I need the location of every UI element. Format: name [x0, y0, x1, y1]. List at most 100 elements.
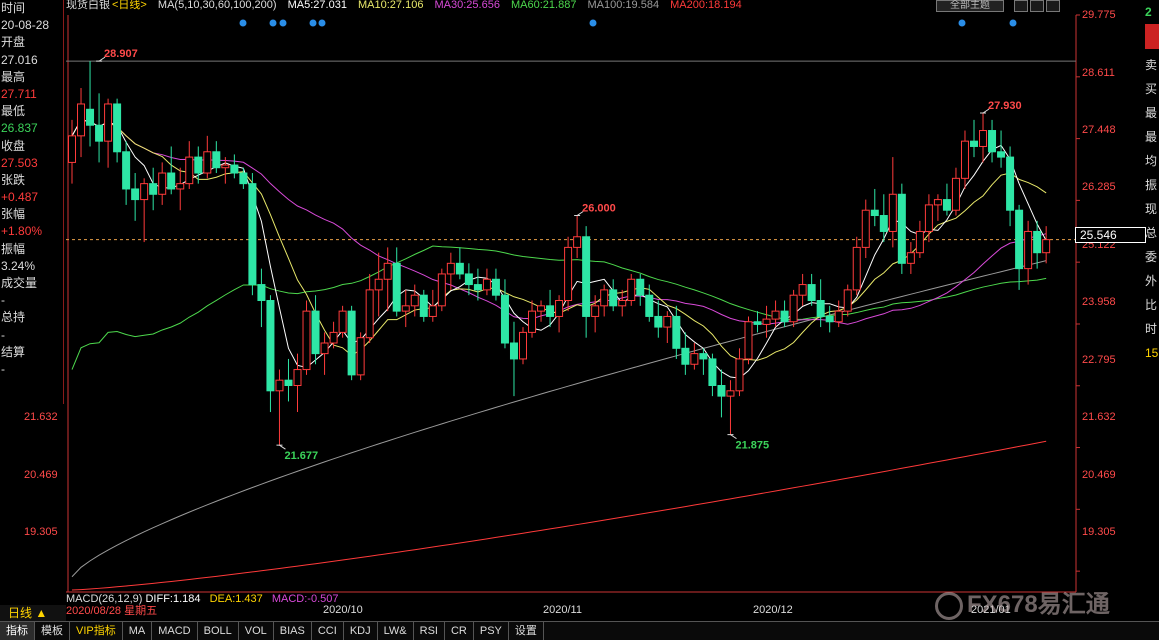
macd-dea: DEA:1.437 — [209, 593, 263, 605]
right-axis-tick: 26.285 — [1082, 181, 1116, 193]
settings-icon[interactable] — [1046, 0, 1060, 12]
candle-body — [753, 321, 762, 325]
candle-body — [311, 310, 320, 355]
tab-vip[interactable]: VIP指标 — [70, 622, 123, 640]
tab-boll[interactable]: BOLL — [198, 622, 239, 640]
event-dot — [318, 19, 326, 27]
candle-body — [915, 230, 924, 254]
candlestick-chart[interactable]: 28.907 21.677 26.000 21.875 27.930 — [0, 0, 1159, 640]
candle-body — [248, 183, 257, 286]
candle-body — [113, 103, 122, 153]
candle-body — [627, 278, 636, 302]
candle-body — [762, 318, 771, 325]
candle-body — [491, 278, 500, 296]
extreme-pointer — [730, 434, 737, 440]
side-item: 买 — [1145, 82, 1158, 96]
candle-body — [185, 156, 194, 185]
pct-label: 张幅 — [1, 207, 26, 222]
candle-body — [482, 278, 491, 291]
candle-body — [654, 315, 663, 328]
time-value: 20-08-28 — [1, 18, 50, 33]
candle-body — [446, 262, 455, 275]
side-item: 最 — [1145, 130, 1158, 144]
event-dot — [269, 19, 277, 27]
event-dot — [958, 19, 966, 27]
change-value: +0.487 — [1, 190, 39, 205]
candle-body — [645, 294, 654, 317]
tab-template[interactable]: 模板 — [35, 622, 70, 640]
side-item: 总 — [1145, 226, 1158, 240]
candle-body — [140, 183, 149, 201]
high-value: 27.711 — [1, 86, 37, 101]
tab-settings[interactable]: 设置 — [509, 622, 544, 640]
candle-body — [230, 164, 239, 174]
candle-body — [807, 284, 816, 302]
moving-average-lines — [71, 119, 1047, 591]
candle-body — [663, 315, 672, 328]
candle-body — [410, 294, 419, 307]
ma5-value: MA5:27.031 — [287, 0, 347, 11]
candle-body — [879, 215, 888, 232]
candle-body — [239, 172, 248, 185]
candle-body — [528, 310, 537, 333]
right-axis-tick: 29.775 — [1082, 9, 1116, 21]
close-value: 27.503 — [1, 155, 38, 170]
candle-body — [221, 164, 230, 169]
extreme-label: 28.907 — [104, 48, 138, 60]
candle-body — [275, 379, 284, 392]
candle-body — [636, 278, 645, 296]
tab-vol[interactable]: VOL — [239, 622, 274, 640]
tab-lw[interactable]: LW& — [378, 622, 414, 640]
period-selector[interactable]: 日线 ▲ — [0, 605, 66, 621]
tab-kdj[interactable]: KDJ — [344, 622, 378, 640]
extreme-annotations: 28.907 21.677 26.000 21.875 27.930 — [96, 48, 1022, 462]
right-axis-tick: 22.795 — [1082, 354, 1116, 366]
cursor-date: 2020/08/28 星期五 — [66, 605, 158, 617]
candle-body — [970, 140, 978, 147]
extreme-label: 26.000 — [582, 203, 616, 215]
tab-indicator[interactable]: 指标 — [0, 622, 35, 640]
low-value: 26.837 — [1, 121, 38, 136]
candle-body — [365, 289, 374, 339]
event-dot — [239, 19, 247, 27]
candle-body — [816, 300, 825, 317]
side-item: 比 — [1145, 298, 1158, 312]
side-item: 委 — [1145, 250, 1158, 264]
candle-body — [618, 300, 627, 307]
logo-icon — [935, 591, 963, 620]
candle-body — [852, 246, 861, 291]
settle-value: - — [1, 361, 5, 376]
tab-bias[interactable]: BIAS — [274, 622, 312, 640]
side-item: 振 — [1145, 178, 1158, 192]
right-axis-tick: 23.958 — [1082, 296, 1116, 308]
grid-icon[interactable] — [1030, 0, 1044, 12]
side-item: 现 — [1145, 202, 1158, 216]
candle-body — [600, 289, 609, 307]
event-dot — [1009, 19, 1017, 27]
candle-body — [1006, 156, 1015, 211]
ma-params: MA(5,10,30,60,100,200) — [157, 0, 277, 11]
candle-body — [798, 284, 807, 296]
theme-button[interactable]: 全部主题 — [936, 0, 1004, 12]
tab-cci[interactable]: CCI — [312, 622, 344, 640]
candle-body — [988, 130, 997, 153]
tab-ma[interactable]: MA — [123, 622, 153, 640]
tab-macd[interactable]: MACD — [152, 622, 198, 640]
candle-body — [843, 289, 852, 312]
side-item: 外 — [1145, 274, 1158, 288]
candle-body — [825, 315, 834, 323]
candle-body — [744, 321, 753, 360]
tab-psy[interactable]: PSY — [474, 622, 509, 640]
left-axis-tick: 20.469 — [24, 469, 58, 481]
side-item: 均 — [1145, 154, 1158, 168]
ma10-value: MA10:27.106 — [358, 0, 424, 11]
restore-icon[interactable] — [1014, 0, 1028, 12]
candle-body — [329, 331, 338, 344]
tab-rsi[interactable]: RSI — [414, 622, 445, 640]
tab-cr[interactable]: CR — [445, 622, 474, 640]
candle-body — [500, 294, 509, 344]
candle-body — [942, 199, 951, 211]
open-interest-label: 总持 — [1, 310, 26, 325]
trading-window: { "header": { "symbol": "现货白银", "period_… — [0, 0, 1159, 640]
candle-body — [95, 124, 104, 142]
